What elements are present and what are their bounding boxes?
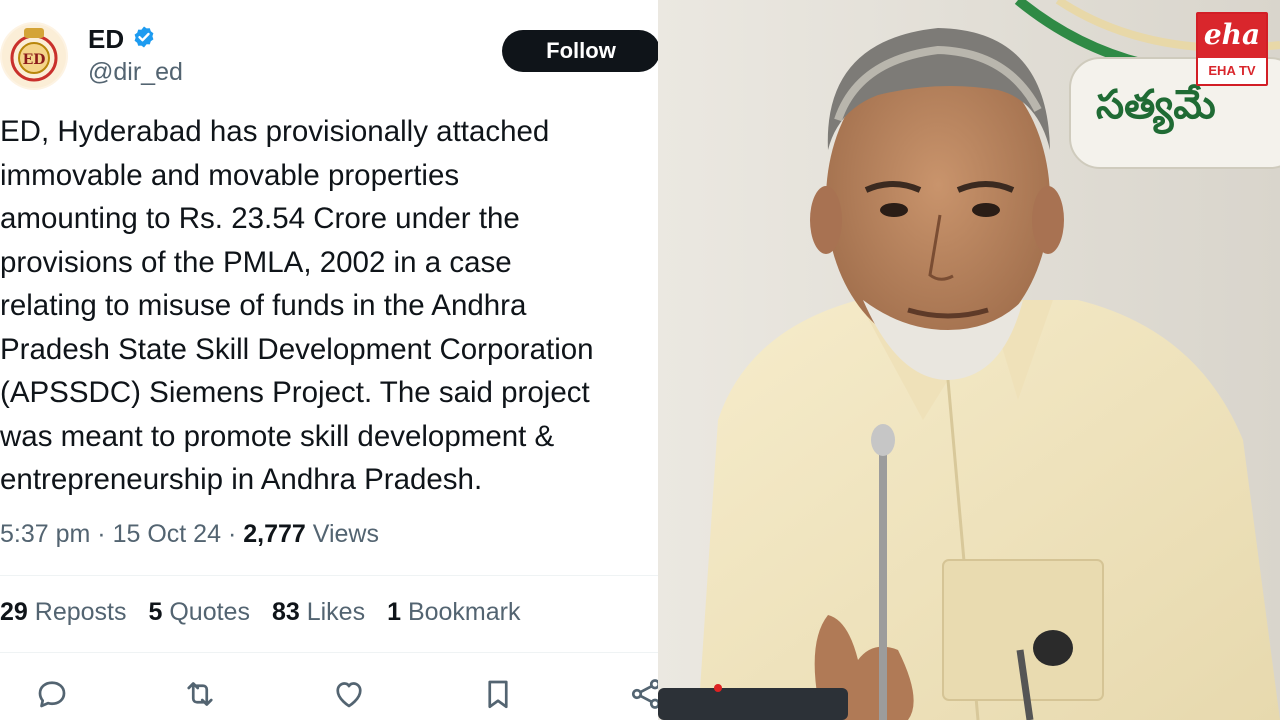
meta-separator: ·: [227, 520, 244, 548]
tweet-card: ED ED @dir_ed Follow ED, Hyderabad has p…: [0, 0, 658, 720]
svg-text:ED: ED: [23, 52, 46, 68]
action-bar: [0, 670, 658, 720]
share-icon[interactable]: [628, 676, 658, 712]
reply-icon[interactable]: [34, 676, 70, 712]
user-handle[interactable]: @dir_ed: [88, 58, 183, 87]
reposts-stat[interactable]: 29 Reposts: [0, 598, 126, 627]
views-label: Views: [312, 520, 379, 548]
tweet-time[interactable]: 5:37 pm: [0, 520, 90, 548]
logo-sub-text: EHA TV: [1208, 63, 1256, 78]
bookmarks-stat[interactable]: 1 Bookmark: [387, 598, 520, 627]
news-photo: సత్యమే eha EHA TV: [658, 0, 1280, 720]
views-count: 2,777: [243, 520, 306, 548]
divider: [0, 575, 658, 576]
eha-tv-logo: eha EHA TV: [1196, 12, 1268, 86]
ed-emblem-icon: ED: [2, 24, 66, 88]
bookmark-icon[interactable]: [480, 676, 516, 712]
tweet-text: ED, Hyderabad has provisionally attached…: [0, 115, 594, 496]
tweet-date[interactable]: 15 Oct 24: [113, 520, 221, 548]
meta-separator: ·: [97, 520, 113, 548]
tweet-meta: 5:37 pm · 15 Oct 24 · 2,777 Views: [0, 520, 379, 549]
display-name[interactable]: ED: [88, 24, 124, 55]
like-icon[interactable]: [331, 676, 367, 712]
avatar[interactable]: ED: [0, 22, 68, 90]
divider: [0, 652, 658, 653]
wall-telugu-text: సత్యమే: [1096, 82, 1216, 128]
logo-main-text: eha: [1198, 14, 1266, 58]
verified-badge-icon: [132, 25, 156, 54]
engagement-stats: 29 Reposts 5 Quotes 83 Likes 1 Bookmark: [0, 598, 521, 627]
follow-button[interactable]: Follow: [502, 30, 658, 72]
repost-icon[interactable]: [182, 676, 218, 712]
quotes-stat[interactable]: 5 Quotes: [148, 598, 249, 627]
likes-stat[interactable]: 83 Likes: [272, 598, 365, 627]
